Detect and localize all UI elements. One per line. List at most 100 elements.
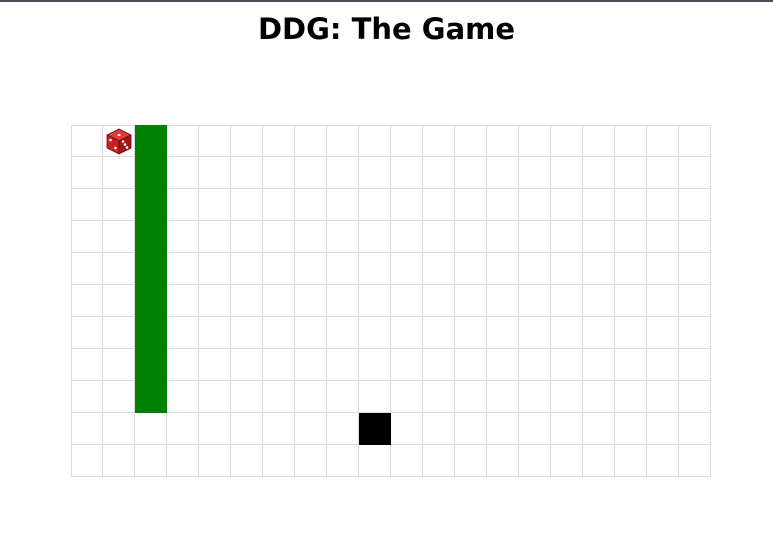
grid-cell — [487, 285, 519, 317]
grid-cell — [487, 381, 519, 413]
grid-cell — [551, 317, 583, 349]
grid-cell — [423, 413, 455, 445]
dice-icon — [106, 128, 132, 155]
grid-cell — [327, 349, 359, 381]
grid-cell — [519, 221, 551, 253]
grid-cell — [327, 125, 359, 157]
grid-cell — [199, 413, 231, 445]
grid-cell — [263, 381, 295, 413]
grid-cell — [295, 221, 327, 253]
grid-cell — [71, 349, 103, 381]
grid-cell — [391, 285, 423, 317]
grid-cell — [231, 349, 263, 381]
grid-cell — [167, 125, 199, 157]
grid-cell — [231, 253, 263, 285]
grid-cell — [359, 317, 391, 349]
grid-cell — [359, 221, 391, 253]
grid-cell — [519, 445, 551, 477]
grid-cell — [103, 253, 135, 285]
grid-cell — [71, 285, 103, 317]
grid-cell — [583, 413, 615, 445]
grid-cell — [423, 317, 455, 349]
grid-cell — [423, 381, 455, 413]
grid-cell — [615, 285, 647, 317]
grid-cell — [487, 125, 519, 157]
grid-cell — [455, 381, 487, 413]
grid-cell — [551, 125, 583, 157]
grid-cell — [615, 349, 647, 381]
grid-cell — [647, 317, 679, 349]
grid-cell — [327, 285, 359, 317]
grid-cell — [71, 445, 103, 477]
grid-cell — [167, 317, 199, 349]
grid-cell — [487, 189, 519, 221]
grid-cell — [263, 157, 295, 189]
grid-cell — [359, 157, 391, 189]
grid-cell — [391, 381, 423, 413]
grid-cell — [679, 413, 711, 445]
grid-cell — [327, 221, 359, 253]
grid-cell — [615, 157, 647, 189]
grid-cell — [423, 349, 455, 381]
top-border — [0, 0, 773, 2]
grid-cell — [647, 381, 679, 413]
grid-cell — [551, 445, 583, 477]
grid-cell — [295, 157, 327, 189]
grid-cell — [231, 125, 263, 157]
grid-cell — [423, 253, 455, 285]
grid-cell — [199, 381, 231, 413]
page-title: DDG: The Game — [257, 12, 516, 46]
snake-segment — [135, 125, 167, 157]
grid-cell — [455, 445, 487, 477]
grid-cell — [519, 381, 551, 413]
grid-cell — [583, 125, 615, 157]
grid-cell — [263, 253, 295, 285]
grid-cell — [359, 349, 391, 381]
grid-cell — [295, 317, 327, 349]
grid-cell — [519, 349, 551, 381]
grid-cell — [519, 189, 551, 221]
grid-cell — [647, 413, 679, 445]
grid-cell — [551, 253, 583, 285]
grid-cell — [615, 317, 647, 349]
grid-cell — [359, 285, 391, 317]
grid-cell — [583, 157, 615, 189]
grid-cell — [551, 221, 583, 253]
grid-cell — [679, 445, 711, 477]
grid-cell — [71, 317, 103, 349]
grid-cell — [359, 445, 391, 477]
grid-cell — [583, 189, 615, 221]
grid-cell — [679, 157, 711, 189]
grid-cell — [199, 157, 231, 189]
grid-cell — [327, 413, 359, 445]
grid-cell — [487, 317, 519, 349]
grid-cell — [615, 381, 647, 413]
grid-cell — [359, 125, 391, 157]
grid-cell — [583, 445, 615, 477]
grid-cell — [487, 221, 519, 253]
grid-cell — [231, 221, 263, 253]
grid-cell — [71, 189, 103, 221]
grid-cell — [391, 317, 423, 349]
grid-cell — [647, 253, 679, 285]
grid-cell — [423, 125, 455, 157]
grid-cell — [295, 285, 327, 317]
grid-cell — [135, 413, 167, 445]
grid-cell — [263, 221, 295, 253]
grid-cell — [679, 125, 711, 157]
grid-cell — [647, 445, 679, 477]
grid-cell — [103, 157, 135, 189]
grid-cell — [359, 381, 391, 413]
grid-cell — [231, 189, 263, 221]
grid-cell — [391, 221, 423, 253]
grid-cell — [359, 253, 391, 285]
grid-cell — [327, 381, 359, 413]
grid-cell — [263, 445, 295, 477]
grid-cell — [391, 445, 423, 477]
grid-cell — [679, 253, 711, 285]
grid-cell — [295, 445, 327, 477]
game-board[interactable] — [71, 125, 711, 477]
grid-cell — [423, 445, 455, 477]
grid-cell — [231, 285, 263, 317]
grid-cell — [103, 349, 135, 381]
